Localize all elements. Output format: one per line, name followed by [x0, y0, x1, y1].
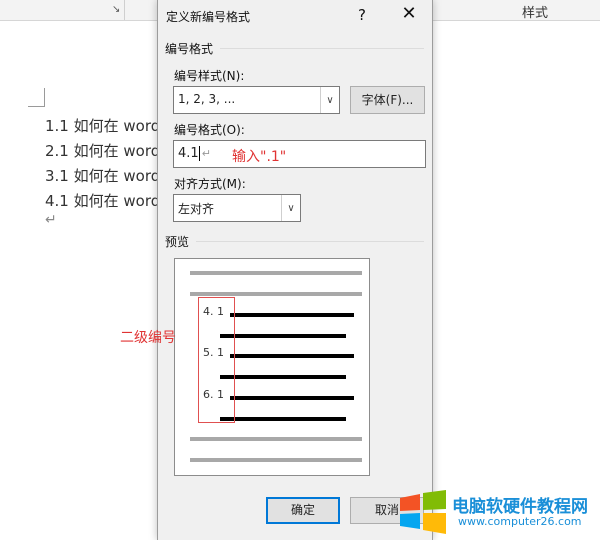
level2-annotation: 二级编号: [120, 330, 176, 346]
font-button[interactable]: 字体(F)...: [350, 86, 425, 114]
numbering-preview: 4. 1 5. 1 6. 1: [174, 258, 370, 476]
number-format-label: 编号格式(O):: [174, 123, 245, 137]
preview-black-line: [230, 396, 354, 400]
watermark-url: www.computer26.com: [458, 515, 582, 528]
document-line: 2.1 如何在 word: [45, 142, 161, 160]
number-style-label: 编号样式(N):: [174, 69, 245, 83]
dialog-title: 定义新编号格式: [166, 10, 251, 24]
number-format-group-title: 编号格式: [165, 42, 214, 56]
input-hint-annotation: 输入".1": [232, 149, 287, 165]
preview-gray-line: [190, 437, 362, 441]
ribbon-divider: [124, 0, 125, 20]
help-icon[interactable]: ?: [358, 6, 366, 24]
preview-gray-line: [190, 271, 362, 275]
group-divider: [196, 241, 424, 242]
group-divider: [220, 48, 424, 49]
ok-button[interactable]: 确定: [266, 497, 340, 524]
paragraph-mark: ↵: [45, 212, 57, 228]
chevron-down-icon[interactable]: ∨: [320, 87, 339, 113]
alignment-value: 左对齐: [178, 202, 215, 216]
watermark-title: 电脑软硬件教程网: [452, 497, 588, 517]
preview-black-line: [220, 375, 346, 379]
chevron-down-icon[interactable]: ∨: [281, 195, 300, 221]
define-number-format-dialog: 定义新编号格式 ? ✕ 编号格式 编号样式(N): 1, 2, 3, ... ∨…: [157, 0, 433, 540]
preview-gray-line: [190, 458, 362, 462]
alignment-label: 对齐方式(M):: [174, 177, 246, 191]
preview-black-line: [220, 417, 346, 421]
preview-black-line: [230, 313, 354, 317]
number-format-value: 4.1: [178, 146, 199, 161]
preview-group-title: 预览: [165, 235, 190, 249]
document-line: 4.1 如何在 word: [45, 192, 161, 210]
text-caret: [198, 146, 200, 161]
document-line: 3.1 如何在 word: [45, 167, 161, 185]
close-icon[interactable]: ✕: [398, 2, 420, 26]
number-format-input[interactable]: 4.1 ↵: [173, 140, 426, 168]
styles-group-label: 样式: [522, 6, 549, 21]
paragraph-mark: ↵: [201, 147, 211, 160]
preview-black-line: [220, 334, 346, 338]
windows-logo-icon: [400, 490, 446, 534]
level2-highlight-box: [198, 297, 235, 423]
preview-gray-line: [190, 292, 362, 296]
page-margin-corner-mark: [28, 88, 45, 107]
number-style-select[interactable]: 1, 2, 3, ... ∨: [173, 86, 340, 114]
dialog-launcher-icon[interactable]: ↘: [112, 4, 120, 15]
document-line: 1.1 如何在 word: [45, 117, 161, 135]
number-style-value: 1, 2, 3, ...: [178, 92, 236, 106]
alignment-select[interactable]: 左对齐 ∨: [173, 194, 301, 222]
preview-black-line: [230, 354, 354, 358]
